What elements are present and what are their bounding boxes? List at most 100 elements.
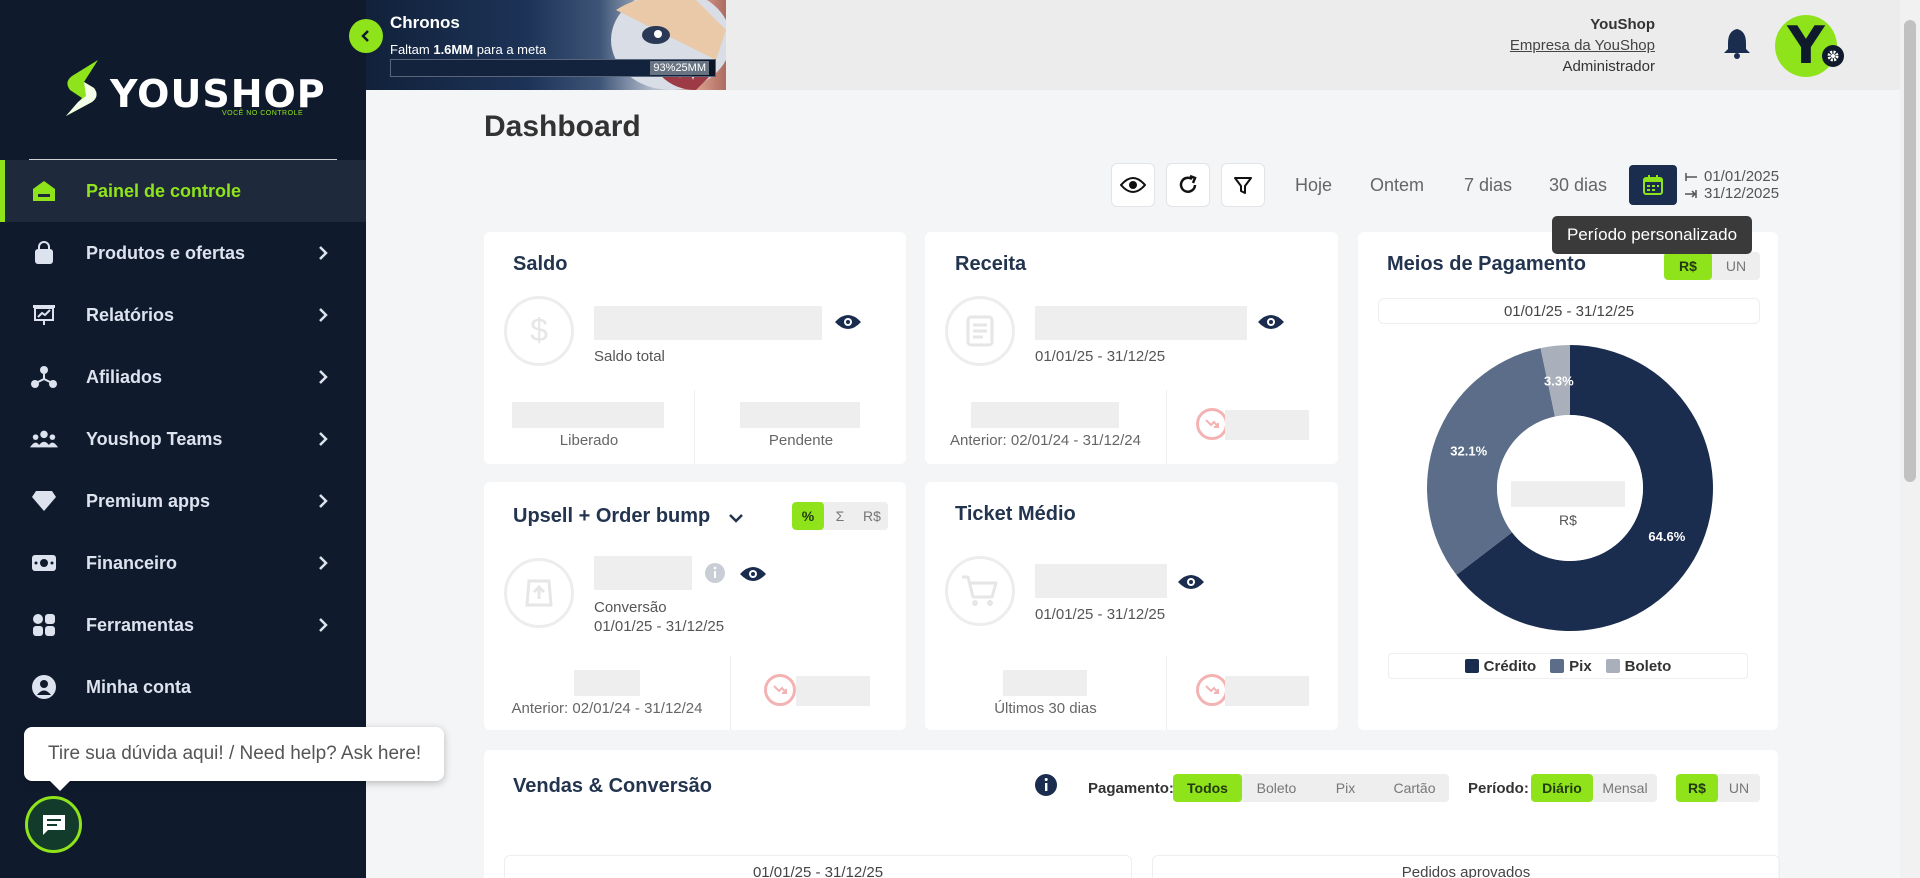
filter-icon bbox=[1234, 177, 1252, 194]
legend-swatch bbox=[1605, 659, 1620, 673]
mode-currency[interactable]: R$ bbox=[856, 502, 888, 530]
payment-boleto[interactable]: Boleto bbox=[1242, 774, 1311, 802]
date-end: 31/12/2025 bbox=[1704, 185, 1780, 202]
sidebar-item-ferramentas[interactable]: Ferramentas bbox=[0, 594, 366, 656]
unit-currency[interactable]: R$ bbox=[1664, 252, 1712, 280]
calendar-icon bbox=[1643, 175, 1663, 195]
avatar-letter: Y bbox=[1787, 16, 1825, 76]
youshop-logo[interactable]: YOUSHOP VOCÊ NO CONTROLE bbox=[58, 58, 325, 122]
money-icon bbox=[30, 549, 58, 577]
refresh-button[interactable] bbox=[1166, 163, 1210, 207]
mode-percent[interactable]: % bbox=[792, 502, 824, 530]
chevron-left-icon bbox=[361, 30, 369, 42]
ticket-value-placeholder bbox=[1035, 564, 1167, 598]
payment-card[interactable]: Cartão bbox=[1380, 774, 1449, 802]
previous-placeholder bbox=[971, 402, 1119, 428]
conversion-label: Conversão bbox=[594, 599, 667, 616]
dollar-icon: $ bbox=[504, 296, 574, 366]
period-today[interactable]: Hoje bbox=[1295, 175, 1332, 196]
chevron-right-icon bbox=[319, 308, 328, 322]
upsell-previous: Anterior: 02/01/24 - 31/12/24 bbox=[511, 700, 703, 717]
legend-item[interactable]: Crédito bbox=[1464, 657, 1537, 675]
sidebar-item-premium[interactable]: Premium apps bbox=[0, 470, 366, 532]
pie-data-label: 3.3% bbox=[1544, 374, 1574, 389]
custom-period-button[interactable] bbox=[1629, 165, 1677, 205]
help-text: Tire sua dúvida aqui! / Need help? Ask h… bbox=[48, 743, 422, 764]
unit-currency[interactable]: R$ bbox=[1676, 774, 1718, 802]
chevron-down-icon[interactable] bbox=[728, 512, 744, 524]
legend-item[interactable]: Boleto bbox=[1605, 658, 1671, 675]
affiliates-icon bbox=[30, 363, 58, 391]
eye-icon[interactable] bbox=[739, 564, 767, 584]
info-icon[interactable] bbox=[704, 562, 726, 584]
scrollbar-thumb[interactable] bbox=[1904, 20, 1916, 482]
goal-progress-bar: 93%25MM bbox=[390, 59, 716, 77]
legend-label: Pix bbox=[1569, 657, 1592, 675]
variation-placeholder bbox=[796, 676, 870, 706]
sidebar-item-produtos[interactable]: Produtos e ofertas bbox=[0, 222, 366, 284]
trend-down-icon bbox=[1196, 674, 1228, 706]
bell-icon[interactable] bbox=[1722, 27, 1752, 59]
logo-tagline: VOCÊ NO CONTROLE bbox=[222, 110, 304, 117]
period-filter: Diário Mensal bbox=[1531, 774, 1657, 802]
sidebar-item-label: Minha conta bbox=[86, 676, 192, 697]
info-icon[interactable] bbox=[1034, 773, 1058, 797]
variation-placeholder bbox=[1225, 410, 1309, 440]
mode-sum[interactable]: Σ bbox=[824, 502, 856, 530]
upsell-card: Upsell + Order bump % Σ R$ Conversão 01/… bbox=[484, 482, 906, 730]
chat-button[interactable] bbox=[25, 796, 82, 853]
saldo-card: Saldo $ Saldo total Liberado Pendente bbox=[484, 232, 906, 464]
sidebar-item-painel[interactable]: Painel de controle bbox=[0, 160, 366, 222]
arrow-start-icon bbox=[1685, 172, 1697, 181]
goal-remaining: Faltam 1.6MM para a meta bbox=[390, 42, 547, 57]
eye-icon[interactable] bbox=[1257, 312, 1285, 332]
help-bubble[interactable]: Tire sua dúvida aqui! / Need help? Ask h… bbox=[24, 727, 444, 791]
sidebar-item-teams[interactable]: Youshop Teams bbox=[0, 408, 366, 470]
payment-filter: Todos Boleto Pix Cartão bbox=[1173, 774, 1449, 802]
eye-icon[interactable] bbox=[1177, 572, 1205, 592]
payment-pix[interactable]: Pix bbox=[1311, 774, 1380, 802]
date-range: 01/01/2025 31/12/2025 bbox=[1684, 168, 1779, 202]
sales-card: Vendas & Conversão Pagamento: Todos Bole… bbox=[484, 750, 1780, 878]
goal-progress-fill bbox=[391, 60, 693, 76]
user-company-link[interactable]: Empresa da YouShop bbox=[1510, 35, 1655, 56]
goal-title: Chronos bbox=[390, 13, 460, 32]
sidebar-item-financeiro[interactable]: Financeiro bbox=[0, 532, 366, 594]
collapse-sidebar-button[interactable] bbox=[349, 19, 383, 53]
upsell-mode-toggle: % Σ R$ bbox=[792, 502, 888, 530]
saldo-value-placeholder bbox=[594, 306, 822, 340]
upsell-icon bbox=[504, 558, 574, 628]
goal-progress-label: 93%25MM bbox=[650, 61, 709, 75]
trend-down-icon bbox=[1196, 408, 1228, 440]
svg-text:$: $ bbox=[530, 312, 548, 348]
unit-count[interactable]: UN bbox=[1712, 252, 1760, 280]
released-placeholder bbox=[512, 402, 664, 428]
chevron-right-icon bbox=[319, 432, 328, 446]
legend-item[interactable]: Pix bbox=[1550, 658, 1592, 675]
period-monthly[interactable]: Mensal bbox=[1593, 774, 1657, 802]
goal-card[interactable]: Chronos Faltam 1.6MM para a meta 93%25MM bbox=[366, 0, 726, 90]
team-icon bbox=[30, 425, 58, 453]
period-7-days[interactable]: 7 dias bbox=[1464, 175, 1512, 196]
legend-label: Crédito bbox=[1483, 657, 1537, 675]
payment-all[interactable]: Todos bbox=[1173, 774, 1242, 802]
sidebar-item-relatorios[interactable]: Relatórios bbox=[0, 284, 366, 346]
page-scrollbar[interactable] bbox=[1900, 0, 1920, 878]
sidebar-item-minha-conta[interactable]: Minha conta bbox=[0, 656, 366, 718]
unit-count[interactable]: UN bbox=[1718, 774, 1760, 802]
ticket-card: Ticket Médio 01/01/25 - 31/12/25 Últimos… bbox=[925, 482, 1338, 730]
sidebar-item-afiliados[interactable]: Afiliados bbox=[0, 346, 366, 408]
variation-placeholder bbox=[1225, 676, 1309, 706]
period-30-days[interactable]: 30 dias bbox=[1549, 175, 1607, 196]
card-title: Vendas & Conversão bbox=[513, 775, 712, 797]
chevron-right-icon bbox=[319, 246, 328, 260]
toggle-visibility-button[interactable] bbox=[1111, 163, 1155, 207]
home-icon bbox=[30, 177, 58, 205]
filter-button[interactable] bbox=[1221, 163, 1265, 207]
diamond-icon bbox=[30, 487, 58, 515]
period-yesterday[interactable]: Ontem bbox=[1370, 175, 1424, 196]
eye-icon[interactable] bbox=[834, 312, 862, 332]
gear-icon[interactable] bbox=[1822, 45, 1844, 67]
logo-mark-icon bbox=[66, 60, 98, 116]
period-daily[interactable]: Diário bbox=[1531, 774, 1593, 802]
